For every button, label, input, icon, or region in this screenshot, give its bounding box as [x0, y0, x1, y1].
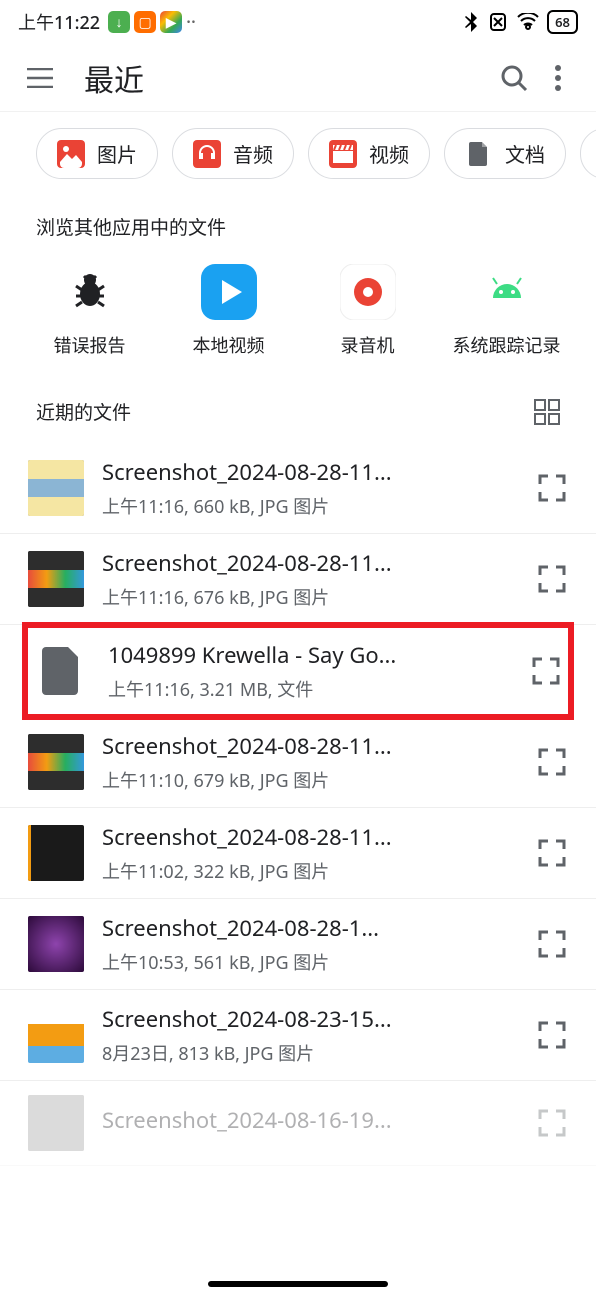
expand-button[interactable]: [530, 839, 574, 867]
apps-row: 错误报告 本地视频 录音机 系统跟踪记录: [0, 252, 596, 378]
expand-button[interactable]: [530, 565, 574, 593]
file-thumbnail: [28, 1007, 84, 1063]
status-bar-left: 上午11:22 ↓ ▢ ▶ ··: [18, 9, 196, 35]
expand-button[interactable]: [530, 930, 574, 958]
file-thumbnail: [34, 643, 90, 699]
search-button[interactable]: [492, 56, 536, 100]
bug-icon: [62, 264, 118, 320]
store-icon: ▢: [134, 11, 156, 33]
chip-label: 视频: [369, 139, 409, 168]
file-list: Screenshot_2024-08-28-11... 上午11:16, 660…: [0, 443, 596, 1166]
file-info: Screenshot_2024-08-28-1... 上午10:53, 561 …: [84, 913, 530, 975]
battery-level: 68: [555, 13, 570, 31]
file-thumbnail: [28, 734, 84, 790]
grid-view-button[interactable]: [534, 399, 560, 425]
filter-chip-more[interactable]: [580, 128, 596, 179]
app-label: 错误报告: [54, 332, 126, 358]
filter-chips: 图片 音频 视频 文档: [0, 112, 596, 195]
file-row[interactable]: Screenshot_2024-08-28-11... 上午11:16, 660…: [0, 443, 596, 534]
chip-label: 图片: [97, 139, 137, 168]
app-label: 录音机: [341, 332, 395, 358]
file-meta: 上午11:10, 679 kB, JPG 图片: [102, 767, 512, 793]
filter-chip-headphone[interactable]: 音频: [172, 128, 294, 179]
file-name: Screenshot_2024-08-28-11...: [102, 731, 442, 761]
app-bar: 最近: [0, 44, 596, 112]
wifi-icon: [517, 13, 539, 31]
file-meta: 上午11:02, 322 kB, JPG 图片: [102, 858, 512, 884]
chip-label: 文档: [505, 139, 545, 168]
app-rec[interactable]: 录音机: [303, 264, 433, 358]
rec-icon: [340, 264, 396, 320]
download-icon: ↓: [108, 11, 130, 33]
file-row[interactable]: Screenshot_2024-08-28-1... 上午10:53, 561 …: [0, 899, 596, 990]
file-row[interactable]: Screenshot_2024-08-28-11... 上午11:16, 676…: [0, 534, 596, 625]
expand-button[interactable]: [524, 657, 568, 685]
file-meta: 上午11:16, 660 kB, JPG 图片: [102, 493, 512, 519]
file-name: Screenshot_2024-08-16-19...: [102, 1105, 442, 1135]
menu-button[interactable]: [20, 58, 60, 98]
file-thumbnail: [28, 1095, 84, 1151]
filter-chip-image[interactable]: 图片: [36, 128, 158, 179]
file-row[interactable]: Screenshot_2024-08-28-11... 上午11:02, 322…: [0, 808, 596, 899]
file-info: Screenshot_2024-08-28-11... 上午11:10, 679…: [84, 731, 530, 793]
nav-handle[interactable]: [208, 1281, 388, 1287]
file-name: Screenshot_2024-08-28-11...: [102, 457, 442, 487]
file-meta: 上午11:16, 676 kB, JPG 图片: [102, 584, 512, 610]
file-info: Screenshot_2024-08-23-15... 8月23日, 813 k…: [84, 1004, 530, 1066]
file-row[interactable]: Screenshot_2024-08-23-15... 8月23日, 813 k…: [0, 990, 596, 1081]
expand-button[interactable]: [530, 474, 574, 502]
chip-label: 音频: [233, 139, 273, 168]
page-title: 最近: [84, 56, 492, 100]
clapper-icon: [329, 140, 357, 168]
recent-files-title: 近期的文件: [36, 398, 131, 425]
recent-files-header: 近期的文件: [0, 378, 596, 443]
headphone-icon: [193, 140, 221, 168]
status-time: 上午11:22: [18, 9, 100, 35]
app-label: 本地视频: [193, 332, 265, 358]
app-bug[interactable]: 错误报告: [25, 264, 155, 358]
file-thumbnail: [28, 916, 84, 972]
image-icon: [57, 140, 85, 168]
doc-icon: [465, 140, 493, 168]
file-info: Screenshot_2024-08-28-11... 上午11:02, 322…: [84, 822, 530, 884]
app-play[interactable]: 本地视频: [164, 264, 294, 358]
file-name: Screenshot_2024-08-28-1...: [102, 913, 442, 943]
status-bar: 上午11:22 ↓ ▢ ▶ ·· 68: [0, 0, 596, 44]
more-notif-icon: ··: [186, 10, 196, 34]
file-meta: 8月23日, 813 kB, JPG 图片: [102, 1040, 512, 1066]
expand-button[interactable]: [530, 1109, 574, 1137]
overflow-button[interactable]: [536, 56, 580, 100]
filter-chip-doc[interactable]: 文档: [444, 128, 566, 179]
file-row[interactable]: Screenshot_2024-08-16-19...: [0, 1081, 596, 1166]
file-name: Screenshot_2024-08-23-15...: [102, 1004, 442, 1034]
android-icon: [479, 264, 535, 320]
app-label: 系统跟踪记录: [453, 332, 561, 358]
status-bar-right: 68: [463, 10, 578, 34]
play-store-icon: ▶: [160, 11, 182, 33]
browse-apps-header: 浏览其他应用中的文件: [0, 195, 596, 252]
app-android[interactable]: 系统跟踪记录: [442, 264, 572, 358]
file-name: Screenshot_2024-08-28-11...: [102, 822, 442, 852]
expand-button[interactable]: [530, 748, 574, 776]
battery-indicator: 68: [547, 10, 578, 34]
file-name: Screenshot_2024-08-28-11...: [102, 548, 442, 578]
file-thumbnail: [28, 551, 84, 607]
play-icon: [201, 264, 257, 320]
file-row[interactable]: 1049899 Krewella - Say Go... 上午11:16, 3.…: [22, 622, 574, 720]
file-meta: 上午10:53, 561 kB, JPG 图片: [102, 949, 512, 975]
filter-chip-clapper[interactable]: 视频: [308, 128, 430, 179]
bluetooth-icon: [463, 12, 479, 32]
file-meta: 上午11:16, 3.21 MB, 文件: [108, 676, 506, 702]
status-app-icons: ↓ ▢ ▶ ··: [108, 10, 196, 34]
file-row[interactable]: Screenshot_2024-08-28-11... 上午11:10, 679…: [0, 717, 596, 808]
file-info: Screenshot_2024-08-28-11... 上午11:16, 676…: [84, 548, 530, 610]
vibrate-icon: [487, 13, 509, 31]
file-info: 1049899 Krewella - Say Go... 上午11:16, 3.…: [90, 640, 524, 702]
file-thumbnail: [28, 460, 84, 516]
expand-button[interactable]: [530, 1021, 574, 1049]
file-info: Screenshot_2024-08-28-11... 上午11:16, 660…: [84, 457, 530, 519]
file-thumbnail: [28, 825, 84, 881]
file-name: 1049899 Krewella - Say Go...: [108, 640, 448, 670]
file-info: Screenshot_2024-08-16-19...: [84, 1105, 530, 1141]
